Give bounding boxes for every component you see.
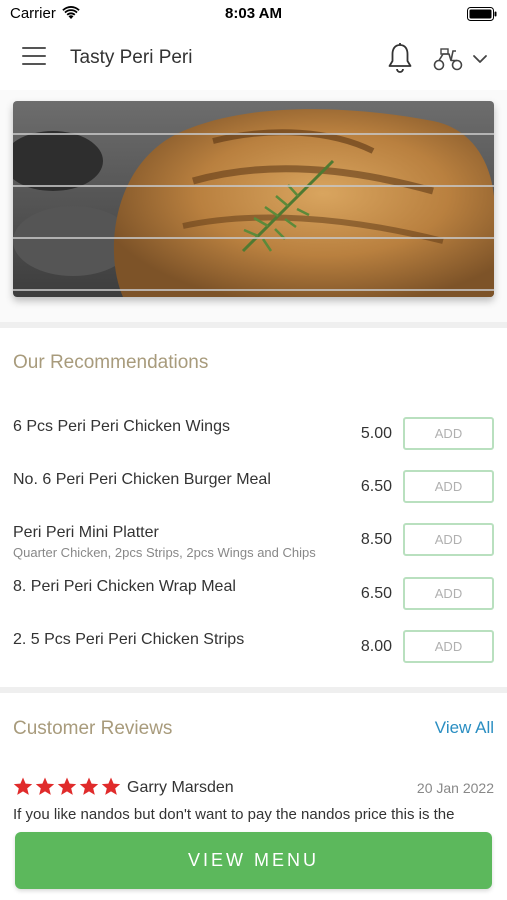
item-name: No. 6 Peri Peri Chicken Burger Meal xyxy=(13,471,271,488)
recommendation-item: 6 Pcs Peri Peri Chicken Wings 5.00 ADD xyxy=(0,410,507,460)
reviews-title: Customer Reviews xyxy=(13,718,173,739)
star-icon xyxy=(101,777,121,795)
star-icon xyxy=(79,777,99,795)
section-divider xyxy=(0,322,507,328)
item-name: 6 Pcs Peri Peri Chicken Wings xyxy=(13,418,230,435)
item-name: 8. Peri Peri Chicken Wrap Meal xyxy=(13,578,236,595)
app-header: Tasty Peri Peri xyxy=(0,28,507,90)
item-price: 8.00 xyxy=(360,638,392,655)
reviewer-name: Garry Marsden xyxy=(127,779,234,796)
item-description: Quarter Chicken, 2pcs Strips, 2pcs Wings… xyxy=(13,545,316,560)
star-icon xyxy=(13,777,33,795)
add-button[interactable]: ADD xyxy=(403,417,494,450)
recommendation-item: 2. 5 Pcs Peri Peri Chicken Strips 8.00 A… xyxy=(0,622,507,672)
chevron-down-icon[interactable] xyxy=(472,52,488,66)
battery-icon xyxy=(467,7,497,21)
item-price: 8.50 xyxy=(360,531,392,548)
add-button[interactable]: ADD xyxy=(403,470,494,503)
rating-stars xyxy=(13,777,121,796)
item-price: 6.50 xyxy=(360,585,392,602)
recommendation-item: Peri Peri Mini Platter Quarter Chicken, … xyxy=(0,516,507,566)
add-button[interactable]: ADD xyxy=(403,577,494,610)
hero-chicken-image xyxy=(13,101,494,297)
hero-section xyxy=(0,90,507,322)
item-name: 2. 5 Pcs Peri Peri Chicken Strips xyxy=(13,631,245,648)
star-icon xyxy=(35,777,55,795)
view-all-reviews-link[interactable]: View All xyxy=(435,718,494,738)
hamburger-menu-icon[interactable] xyxy=(22,47,48,71)
section-divider xyxy=(0,687,507,693)
notification-bell-icon[interactable] xyxy=(386,42,414,74)
recommendation-item: No. 6 Peri Peri Chicken Burger Meal 6.50… xyxy=(0,463,507,513)
add-button[interactable]: ADD xyxy=(403,523,494,556)
restaurant-title: Tasty Peri Peri xyxy=(70,47,193,68)
view-menu-button[interactable]: VIEW MENU xyxy=(15,832,492,889)
recommendations-title: Our Recommendations xyxy=(13,352,209,373)
star-icon xyxy=(57,777,77,795)
item-price: 5.00 xyxy=(360,425,392,442)
add-button[interactable]: ADD xyxy=(403,630,494,663)
item-name: Peri Peri Mini Platter xyxy=(13,524,159,541)
recommendation-item: 8. Peri Peri Chicken Wrap Meal 6.50 ADD xyxy=(0,569,507,619)
status-time: 8:03 AM xyxy=(225,5,282,22)
item-price: 6.50 xyxy=(360,478,392,495)
bottom-cta-bar: VIEW MENU xyxy=(0,822,507,900)
delivery-scooter-icon[interactable] xyxy=(432,46,464,72)
status-bar: Carrier 8:03 AM xyxy=(0,0,507,28)
review-date: 20 Jan 2022 xyxy=(416,780,494,796)
review-text: If you like nandos but don't want to pay… xyxy=(13,806,455,823)
